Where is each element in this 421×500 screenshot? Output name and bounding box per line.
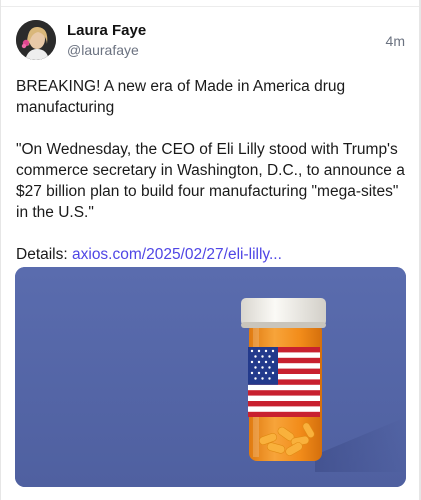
post-headline: BREAKING! A new era of Made in America d… [16, 78, 346, 116]
post-details: Details: axios.com/2025/02/27/eli-lilly.… [16, 244, 406, 265]
post-body: BREAKING! A new era of Made in America d… [16, 76, 406, 286]
author-name[interactable]: Laura Faye [67, 22, 146, 40]
details-link[interactable]: axios.com/2025/02/27/eli-lilly... [72, 246, 282, 263]
pill-bottle-american-flag-image [15, 267, 406, 487]
profile-photo-icon [16, 20, 56, 60]
post-image[interactable] [15, 267, 406, 487]
post-timestamp: 4m [385, 33, 405, 49]
post-quote: "On Wednesday, the CEO of Eli Lilly stoo… [16, 141, 405, 221]
details-label: Details: [16, 246, 68, 263]
author-avatar[interactable] [16, 20, 56, 60]
window-left-edge [0, 0, 1, 500]
window-top-edge [0, 0, 421, 7]
author-handle[interactable]: @laurafaye [67, 42, 139, 59]
